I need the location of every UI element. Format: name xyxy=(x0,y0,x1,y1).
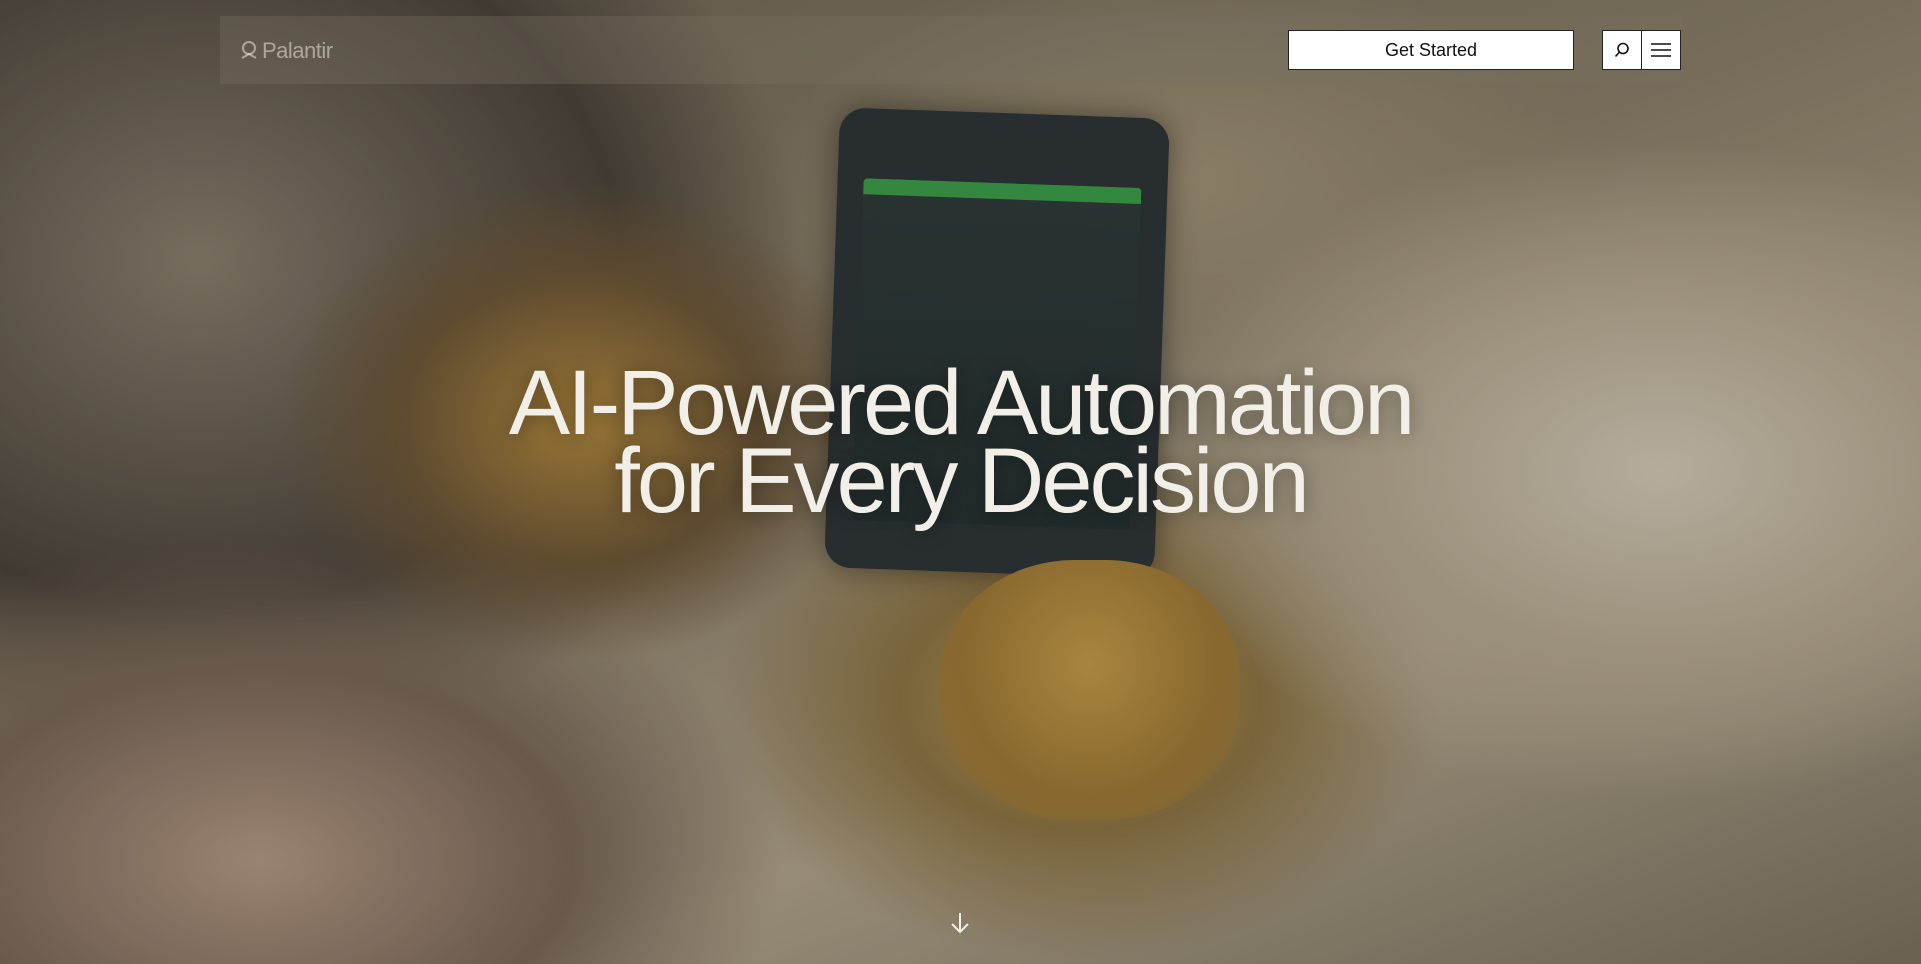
menu-button[interactable] xyxy=(1641,30,1681,70)
arrow-down-icon[interactable] xyxy=(949,911,971,935)
menu-icon xyxy=(1651,43,1671,57)
logo-icon xyxy=(241,41,257,59)
palantir-logo[interactable]: Palantir xyxy=(240,38,333,64)
logo-text: Palantir xyxy=(262,38,333,63)
get-started-button[interactable]: Get Started xyxy=(1288,30,1574,70)
search-icon xyxy=(1614,42,1629,58)
hero-headline: AI-Powered Automation for Every Decision xyxy=(0,357,1921,532)
search-button[interactable] xyxy=(1602,30,1642,70)
headline-line-2: for Every Decision xyxy=(614,430,1309,532)
